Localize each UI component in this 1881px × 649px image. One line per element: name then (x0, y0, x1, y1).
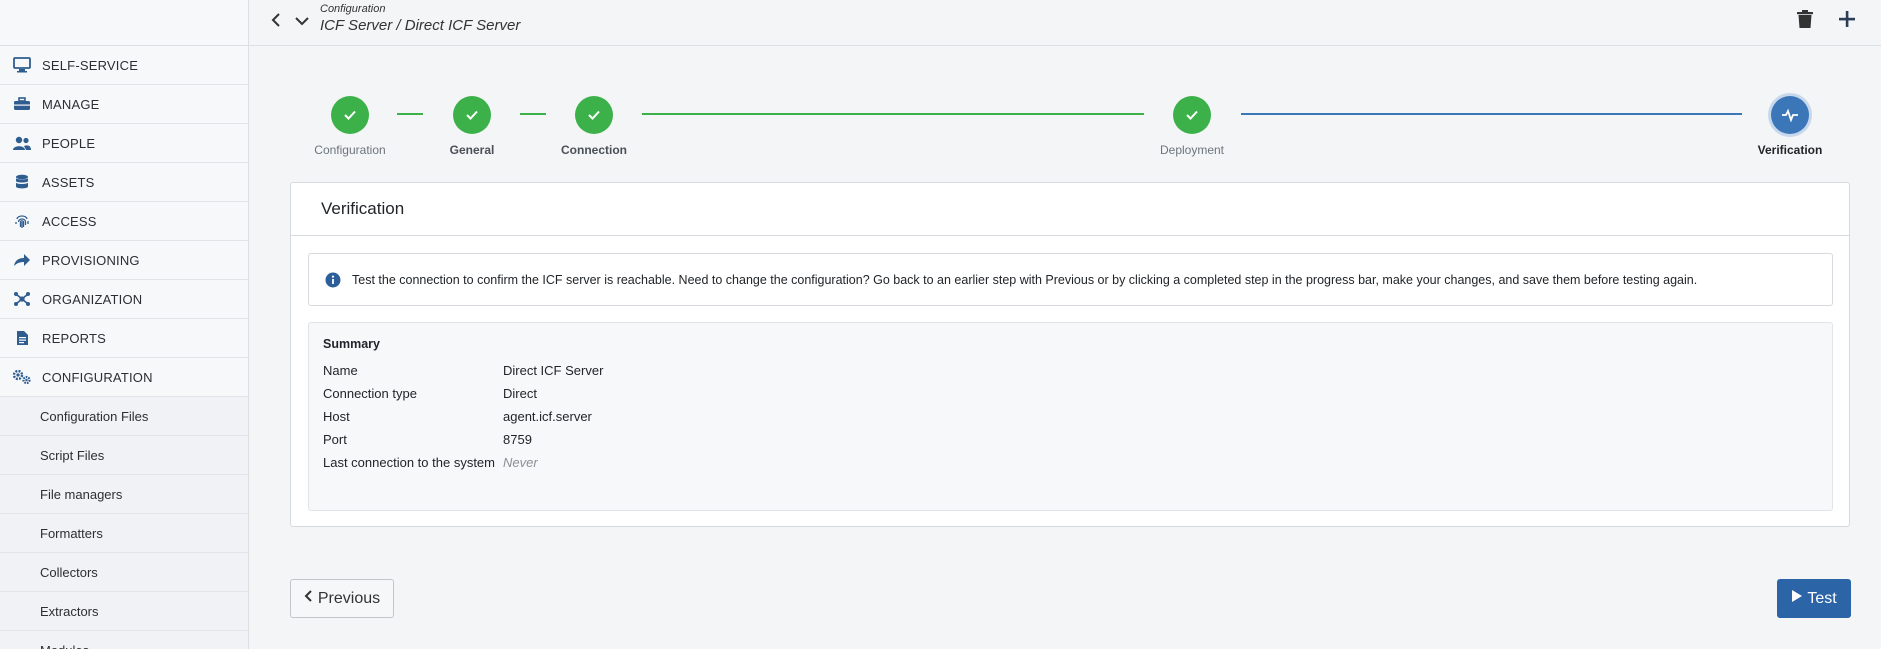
sidebar-item-manage[interactable]: MANAGE (0, 85, 248, 124)
toolbox-icon (12, 94, 32, 114)
info-text: Test the connection to confirm the ICF s… (352, 272, 1698, 287)
page-title: ICF Server / Direct ICF Server (320, 17, 521, 34)
sidebar-subitem-modules[interactable]: Modules (0, 631, 248, 649)
summary-row: Port 8759 (323, 430, 1818, 450)
back-button[interactable] (267, 12, 285, 32)
step-connector (642, 113, 1144, 115)
sidebar-item-label: ACCESS (42, 213, 97, 229)
summary-value: Never (503, 455, 538, 470)
sidebar-item-people[interactable]: PEOPLE (0, 124, 248, 163)
sidebar-item-label: REPORTS (42, 330, 107, 346)
sidebar-subitem-configuration-files[interactable]: Configuration Files (0, 397, 248, 436)
chevron-down-icon (294, 13, 310, 31)
info-icon (325, 272, 341, 288)
step-label: Connection (561, 143, 627, 157)
history-dropdown-button[interactable] (293, 12, 311, 32)
step-label: Configuration (314, 143, 386, 157)
test-label: Test (1807, 589, 1837, 607)
summary-value: Direct (503, 386, 537, 401)
summary-key: Port (323, 432, 347, 447)
step-label: Deployment (1159, 143, 1225, 157)
summary-value: 8759 (503, 432, 532, 447)
step-deployment[interactable]: Deployment (1137, 96, 1247, 157)
document-icon (12, 328, 32, 348)
check-icon (575, 96, 613, 134)
sidebar-item-organization[interactable]: ORGANIZATION (0, 280, 248, 319)
summary-row: Host agent.icf.server (323, 407, 1818, 427)
sidebar-item-label: PEOPLE (42, 135, 96, 151)
summary-key: Host (323, 409, 350, 424)
step-label: Verification (1757, 143, 1823, 157)
step-connector (1241, 113, 1742, 115)
breadcrumb-parent[interactable]: Configuration (320, 3, 520, 15)
test-button[interactable]: Test (1777, 579, 1851, 618)
step-configuration[interactable]: Configuration (295, 96, 405, 157)
verification-card: Verification Test the connection to conf… (290, 182, 1850, 527)
sidebar-item-label: MANAGE (42, 96, 100, 112)
progress-stepper: Configuration General Connection Deploym… (249, 46, 1881, 176)
sidebar-header (0, 0, 248, 46)
share-icon (12, 250, 32, 270)
card-header: Verification (291, 183, 1849, 236)
sidebar-item-configuration[interactable]: CONFIGURATION (0, 358, 248, 397)
previous-button[interactable]: Previous (290, 579, 394, 618)
header-actions (1793, 9, 1859, 33)
sidebar-subitem-script-files[interactable]: Script Files (0, 436, 248, 475)
add-button[interactable] (1835, 9, 1859, 33)
summary-key: Name (323, 363, 358, 378)
check-icon (453, 96, 491, 134)
step-verification[interactable]: Verification (1735, 96, 1845, 157)
check-icon (1173, 96, 1211, 134)
chevron-left-icon (304, 589, 318, 608)
sidebar-subitem-collectors[interactable]: Collectors (0, 553, 248, 592)
check-icon (331, 96, 369, 134)
plus-icon (1838, 10, 1856, 33)
page-header: Configuration ICF Server / Direct ICF Se… (249, 0, 1881, 46)
summary-row: Connection type Direct (323, 384, 1818, 404)
sidebar-item-label: CONFIGURATION (42, 369, 153, 385)
sidebar-item-provisioning[interactable]: PROVISIONING (0, 241, 248, 280)
sidebar-item-self-service[interactable]: SELF-SERVICE (0, 46, 248, 85)
summary-value: Direct ICF Server (503, 363, 604, 378)
sidebar-subitem-file-managers[interactable]: File managers (0, 475, 248, 514)
chevron-left-icon (271, 12, 281, 33)
card-title: Verification (321, 199, 405, 218)
summary-key: Last connection to the system (323, 455, 495, 470)
sidebar: SELF-SERVICE MANAGE PEOPLE ASSETS ACCESS (0, 0, 249, 649)
summary-row: Name Direct ICF Server (323, 361, 1818, 381)
app-root: SELF-SERVICE MANAGE PEOPLE ASSETS ACCESS (0, 0, 1881, 649)
play-icon (1791, 589, 1807, 608)
fingerprint-icon (12, 211, 32, 231)
header-nav (267, 12, 311, 32)
summary-title: Summary (323, 337, 380, 351)
pulse-icon (1771, 96, 1809, 134)
sidebar-item-assets[interactable]: ASSETS (0, 163, 248, 202)
trash-icon (1796, 9, 1814, 34)
info-alert: Test the connection to confirm the ICF s… (308, 253, 1833, 306)
step-label: General (449, 143, 495, 157)
sidebar-item-reports[interactable]: REPORTS (0, 319, 248, 358)
sidebar-subitem-extractors[interactable]: Extractors (0, 592, 248, 631)
gears-icon (12, 367, 32, 387)
delete-button[interactable] (1793, 9, 1817, 33)
summary-value: agent.icf.server (503, 409, 592, 424)
sidebar-item-label: ORGANIZATION (42, 291, 143, 307)
step-general[interactable]: General (417, 96, 527, 157)
sidebar-item-label: ASSETS (42, 174, 95, 190)
sidebar-subitem-formatters[interactable]: Formatters (0, 514, 248, 553)
previous-label: Previous (317, 589, 381, 607)
step-connection[interactable]: Connection (539, 96, 649, 157)
sidebar-item-access[interactable]: ACCESS (0, 202, 248, 241)
database-icon (12, 172, 32, 192)
summary-panel: Summary Name Direct ICF Server Connectio… (308, 322, 1833, 511)
sidebar-item-label: SELF-SERVICE (42, 57, 139, 73)
summary-key: Connection type (323, 386, 417, 401)
network-icon (12, 289, 32, 309)
breadcrumb: Configuration ICF Server / Direct ICF Se… (320, 3, 520, 34)
monitor-icon (12, 55, 32, 75)
sidebar-item-label: PROVISIONING (42, 252, 140, 268)
people-icon (12, 133, 32, 153)
summary-row: Last connection to the system Never (323, 453, 1818, 473)
